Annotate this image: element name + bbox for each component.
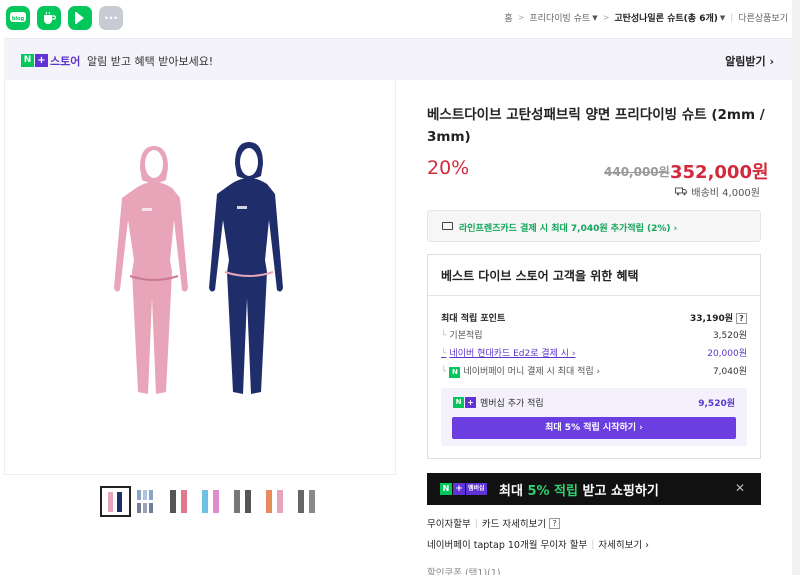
breadcrumb: 홈 > 프리다이빙 슈트 ▼ > 고탄성나일론 슈트(총 6개) ▼ | 다른상품보… — [504, 11, 788, 25]
credit-card-icon — [442, 222, 453, 230]
thumbnail-3[interactable] — [164, 486, 195, 517]
divider — [428, 295, 760, 296]
product-main-image[interactable] — [4, 80, 396, 475]
store-benefit-panel: 베스트 다이브 스토어 고객을 위한 혜택 최대 적립 포인트 33,190원?… — [427, 254, 761, 459]
sale-price: 352,000원 — [670, 162, 769, 183]
pay-icon[interactable] — [68, 6, 92, 30]
coupon-row: 할인쿠폰 (택1)(1) — [427, 568, 501, 575]
discount-rate: 20% — [427, 157, 470, 179]
help-icon[interactable]: ? — [549, 517, 561, 529]
store-notice-bar: N + 스토어 알림 받고 혜택 받아보세요! 알림받기 › — [4, 38, 792, 80]
blog-icon[interactable]: blog — [6, 6, 30, 30]
thumbnail-2[interactable] — [132, 486, 163, 517]
scrollbar[interactable] — [792, 0, 800, 575]
card-benefit-text[interactable]: 라인프렌즈카드 결제 시 최대 7,040원 추가적립 (2%) › — [459, 221, 677, 234]
chevron-down-icon[interactable]: ▼ — [592, 14, 597, 22]
membership-banner-text: 최대 5% 적립 받고 쇼핑하기 — [499, 484, 659, 499]
pink-suit-image — [114, 146, 188, 394]
membership-value: 9,520원 — [698, 399, 735, 409]
truck-icon — [675, 187, 688, 196]
cafe-icon[interactable] — [37, 6, 61, 30]
npay-installment-row: 네이버페이 taptap 10개월 무이자 할부 | 자세히보기 › — [427, 537, 649, 552]
subscribe-alert-button[interactable]: 알림받기 › — [725, 53, 774, 69]
membership-banner[interactable]: N + 멤버십 최대 5% 적립 받고 쇼핑하기 ✕ — [427, 473, 761, 505]
notice-message: 알림 받고 혜택 받아보세요! — [87, 55, 214, 68]
npay-icon: N — [449, 367, 461, 378]
thumbnail-strip — [100, 486, 324, 517]
benefit-title: 베스트 다이브 스토어 고객을 위한 혜택 — [441, 269, 639, 283]
naver-plus-membership-badge: N + 멤버십 — [440, 483, 487, 495]
breadcrumb-home[interactable]: 홈 — [504, 11, 512, 24]
installment-row: 무이자할부 | 카드 자세히보기 ? — [427, 516, 561, 530]
more-icon[interactable]: ··· — [99, 6, 123, 30]
card-benefit-box[interactable]: 라인프렌즈카드 결제 시 최대 7,040원 추가적립 (2%) › — [427, 210, 761, 242]
thumbnail-6[interactable] — [260, 486, 291, 517]
close-icon[interactable]: ✕ — [735, 481, 745, 495]
naver-plus-badge: N + — [453, 397, 476, 408]
original-price: 440,000원 — [604, 165, 670, 179]
membership-box: N + 멤버십 추가 적립 9,520원 최대 5% 적립 시작하기 › — [441, 388, 747, 446]
thumbnail-7[interactable] — [292, 486, 323, 517]
top-bar: blog ··· 홈 > 프리다이빙 슈트 ▼ > 고탄성나일론 슈트(총 6개)… — [0, 0, 800, 38]
npay-detail-link[interactable]: 자세히보기 › — [598, 537, 649, 551]
chevron-down-icon[interactable]: ▼ — [720, 14, 725, 22]
thumbnail-1[interactable] — [100, 486, 131, 517]
shipping-fee: 배송비 4,000원 — [675, 184, 760, 199]
start-membership-button[interactable]: 최대 5% 적립 시작하기 › — [452, 417, 736, 439]
breadcrumb-category[interactable]: 프리다이빙 슈트 — [529, 11, 590, 24]
other-products-link[interactable]: 다른상품보기 — [738, 11, 788, 24]
product-title: 베스트다이브 고탄성패브릭 양면 프리다이빙 슈트 (2mm / 3mm) — [427, 107, 765, 145]
naver-plus-badge: N + — [21, 54, 48, 67]
thumbnail-4[interactable] — [196, 486, 227, 517]
thumbnail-5[interactable] — [228, 486, 259, 517]
card-detail-link[interactable]: 카드 자세히보기 — [482, 516, 546, 530]
svg-text:blog: blog — [12, 16, 25, 22]
navy-suit-image — [209, 142, 283, 394]
store-label: 스토어 — [50, 55, 81, 68]
help-icon[interactable]: ? — [736, 313, 747, 324]
breadcrumb-current[interactable]: 고탄성나일론 슈트(총 6개) — [614, 11, 718, 24]
